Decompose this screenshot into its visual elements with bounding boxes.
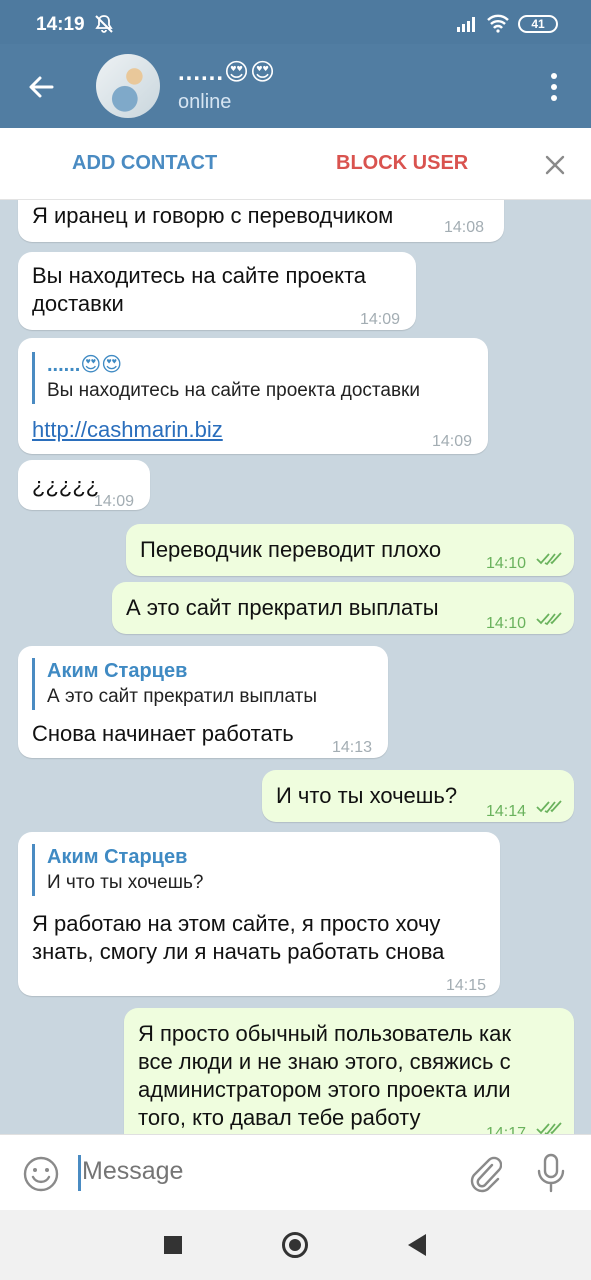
message-text: Я работаю на этом сайте, я просто хочу з… bbox=[32, 911, 445, 964]
message-text: Вы находитесь на сайте проекта доставки bbox=[32, 263, 367, 316]
message-time: 14:14 bbox=[486, 803, 527, 820]
message-time: 14:10 bbox=[486, 615, 527, 632]
signal-icon bbox=[457, 17, 475, 32]
chat-header: ......😍😍 online bbox=[0, 44, 591, 128]
status-bar: 14:19 41 bbox=[0, 0, 591, 44]
reply-author: ......😍😍 bbox=[47, 354, 123, 376]
message-incoming[interactable]: ¿¿¿¿¿ 14:09 bbox=[18, 460, 150, 510]
message-composer bbox=[0, 1134, 591, 1210]
back-button[interactable] bbox=[408, 1234, 426, 1256]
reply-text: И что ты хочешь? bbox=[47, 872, 204, 893]
wifi-icon bbox=[487, 14, 509, 33]
reply-preview[interactable]: ......😍😍 Вы находитесь на сайте проекта … bbox=[32, 352, 420, 404]
close-icon[interactable] bbox=[540, 150, 570, 180]
message-text: Я просто обычный пользователь как все лю… bbox=[138, 1021, 511, 1130]
message-outgoing[interactable]: Переводчик переводит плохо 14:10 bbox=[126, 524, 574, 576]
reply-text: А это сайт прекратил выплаты bbox=[47, 686, 317, 707]
message-text: Я иранец и говорю с переводчиком bbox=[32, 203, 394, 228]
double-check-icon bbox=[536, 800, 562, 814]
message-text: А это сайт прекратил выплаты bbox=[126, 595, 439, 620]
chat-title[interactable]: ......😍😍 bbox=[178, 58, 276, 87]
message-time: 14:09 bbox=[432, 433, 473, 450]
back-arrow-icon[interactable] bbox=[26, 72, 56, 102]
message-time: 14:09 bbox=[360, 311, 401, 328]
double-check-icon bbox=[536, 612, 562, 626]
message-incoming[interactable]: Аким Старцев А это сайт прекратил выплат… bbox=[18, 646, 388, 758]
avatar[interactable] bbox=[96, 54, 160, 118]
reply-author: Аким Старцев bbox=[47, 846, 188, 868]
reply-preview[interactable]: Аким Старцев И что ты хочешь? bbox=[32, 844, 203, 896]
bell-muted-icon bbox=[95, 15, 113, 33]
contact-action-bar: ADD CONTACT BLOCK USER bbox=[0, 128, 591, 200]
double-check-icon bbox=[536, 1122, 562, 1134]
message-input[interactable] bbox=[82, 1157, 442, 1186]
message-text: Переводчик переводит плохо bbox=[140, 537, 442, 562]
message-text: И что ты хочешь? bbox=[276, 783, 458, 808]
reply-preview[interactable]: Аким Старцев А это сайт прекратил выплат… bbox=[32, 658, 317, 710]
message-link[interactable]: http://cashmarin.biz bbox=[32, 416, 223, 444]
paperclip-icon[interactable] bbox=[466, 1153, 502, 1193]
message-incoming[interactable]: Аким Старцев И что ты хочешь? Я работаю … bbox=[18, 832, 500, 996]
message-outgoing[interactable]: И что ты хочешь? 14:14 bbox=[262, 770, 574, 822]
message-time: 14:15 bbox=[446, 977, 487, 994]
add-contact-button[interactable]: ADD CONTACT bbox=[72, 152, 217, 175]
message-time: 14:13 bbox=[332, 739, 373, 756]
message-outgoing[interactable]: Я просто обычный пользователь как все лю… bbox=[124, 1008, 574, 1134]
block-user-button[interactable]: BLOCK USER bbox=[336, 152, 468, 175]
recents-button[interactable] bbox=[164, 1236, 182, 1254]
message-incoming[interactable]: ......😍😍 Вы находитесь на сайте проекта … bbox=[18, 338, 488, 454]
emoji-icon[interactable] bbox=[22, 1155, 60, 1193]
message-text: ¿¿¿¿¿ bbox=[32, 473, 100, 498]
message-incoming[interactable]: Вы находитесь на сайте проекта доставки … bbox=[18, 252, 416, 330]
message-time: 14:10 bbox=[486, 555, 527, 572]
message-text: Снова начинает работать bbox=[32, 721, 294, 746]
reply-text: Вы находитесь на сайте проекта доставки bbox=[47, 380, 420, 401]
message-list[interactable]: Я иранец и говорю с переводчиком 14:08 В… bbox=[0, 200, 591, 1134]
clock: 14:19 bbox=[36, 14, 85, 35]
microphone-icon[interactable] bbox=[534, 1153, 568, 1193]
more-vert-icon[interactable] bbox=[544, 70, 564, 104]
message-incoming[interactable]: Я иранец и говорю с переводчиком 14:08 bbox=[18, 200, 504, 242]
message-time: 14:09 bbox=[94, 493, 135, 510]
message-time: 14:08 bbox=[444, 219, 485, 236]
home-button[interactable] bbox=[282, 1232, 308, 1258]
message-time: 14:17 bbox=[486, 1125, 527, 1134]
system-nav-bar bbox=[0, 1210, 591, 1280]
battery-icon: 41 bbox=[518, 15, 558, 33]
reply-author: Аким Старцев bbox=[47, 660, 188, 682]
message-outgoing[interactable]: А это сайт прекратил выплаты 14:10 bbox=[112, 582, 574, 634]
double-check-icon bbox=[536, 552, 562, 566]
chat-status: online bbox=[178, 91, 232, 113]
text-cursor bbox=[78, 1155, 81, 1191]
